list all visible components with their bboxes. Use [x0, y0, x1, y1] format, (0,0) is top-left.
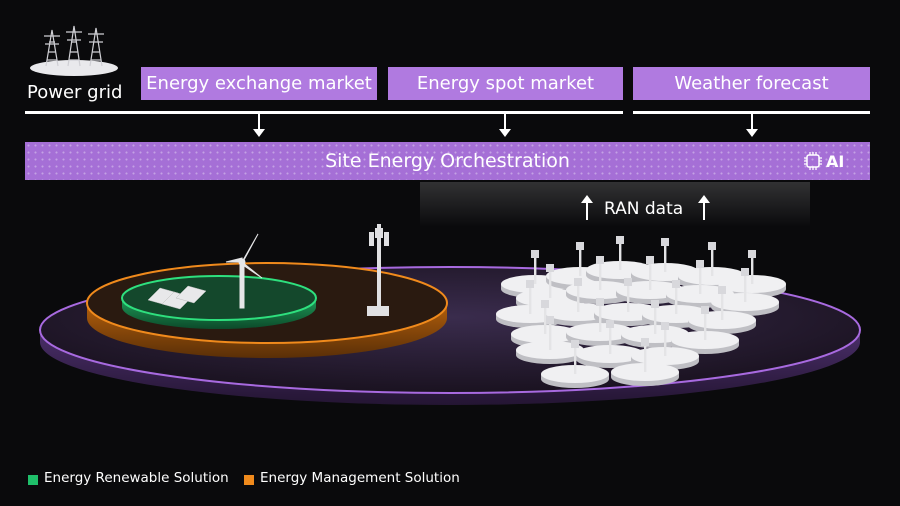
cell-tower-icon	[649, 260, 652, 290]
energy-renewable-platform	[121, 275, 317, 329]
energy-spot-market-box: Energy spot market	[388, 67, 623, 100]
cell-tower-icon	[599, 260, 602, 290]
cell-tower-icon	[711, 246, 714, 276]
cell-tower-icon	[654, 304, 657, 334]
arrow-down-icon	[746, 113, 758, 137]
cell-tower-icon	[549, 268, 552, 298]
cell-tower-icon	[675, 284, 678, 314]
cell-tower-icon	[609, 324, 612, 354]
cell-tower-icon	[627, 282, 630, 312]
cell-tower-icon	[664, 242, 667, 272]
power-grid-label: Power grid	[27, 82, 123, 103]
arrow-up-icon	[698, 195, 710, 220]
cell-tower-icon	[574, 344, 577, 374]
ran-data-label: RAN data	[604, 199, 684, 219]
cell-tower-icon	[577, 282, 580, 312]
diagram-canvas: Power grid Energy exchange market Energy…	[0, 0, 900, 506]
arrow-up-icon	[581, 195, 593, 220]
weather-forecast-box: Weather forecast	[633, 67, 870, 100]
cell-tower-icon	[751, 254, 754, 284]
cell-tower-icon	[664, 326, 667, 356]
cell-tower-icon	[619, 240, 622, 270]
cell-tower-icon	[744, 272, 747, 302]
ai-badge: AI	[803, 150, 844, 172]
cell-tower-icon	[549, 320, 552, 350]
arrow-down-icon	[499, 113, 511, 137]
legend-swatch-management	[244, 475, 254, 485]
market-connector-line	[25, 111, 623, 114]
cell-tower-icon	[644, 342, 647, 372]
legend-label-renewable: Energy Renewable Solution	[44, 470, 229, 486]
cell-tower-icon	[579, 246, 582, 276]
cell-tower-icon	[704, 310, 707, 340]
orchestration-title: Site Energy Orchestration	[325, 150, 570, 172]
legend-swatch-renewable	[28, 475, 38, 485]
ai-badge-label: AI	[826, 151, 845, 171]
cell-tower-icon	[534, 254, 537, 284]
legend-label-management: Energy Management Solution	[260, 470, 460, 486]
arrow-down-icon	[253, 113, 265, 137]
site-energy-orchestration-bar: Site Energy Orchestration	[25, 142, 870, 180]
cell-tower-icon	[599, 302, 602, 332]
cell-tower-icon	[699, 264, 702, 294]
ai-chip-icon	[804, 152, 822, 170]
cell-tower-icon	[529, 284, 532, 314]
transmission-tower-icon	[30, 25, 118, 76]
energy-exchange-market-box: Energy exchange market	[141, 67, 377, 100]
cell-tower-icon	[721, 290, 724, 320]
